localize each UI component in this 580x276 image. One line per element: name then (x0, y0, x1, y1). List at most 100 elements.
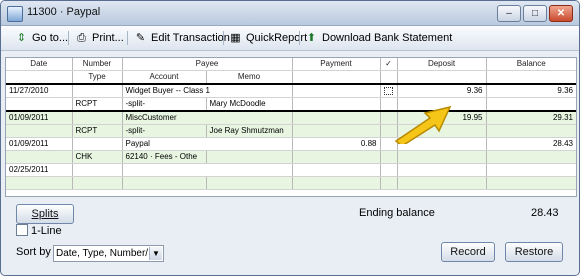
edit-transaction-button[interactable]: ✎ Edit Transaction (134, 30, 230, 46)
toolbar-divider (127, 31, 128, 45)
balance-cell: 9.36 (486, 83, 576, 98)
toolbar-divider (68, 31, 69, 45)
memo-cell[interactable]: Mary McDoodle (206, 97, 293, 112)
transaction-detail-row[interactable]: RCPT -split- Mary McDoodle (6, 97, 576, 112)
toolbar-divider (299, 31, 300, 45)
register-footer: Splits Ending balance 28.43 1-Line Sort … (1, 197, 579, 275)
transaction-detail-row[interactable]: CHK 62140 · Fees - Othe (6, 150, 576, 164)
transaction-row[interactable]: 11/27/2010 Widget Buyer -- Class 1 9.36 … (6, 83, 576, 98)
account-cell[interactable]: -split- (122, 124, 207, 138)
payee-cell[interactable]: Widget Buyer -- Class 1 (122, 83, 293, 98)
transaction-detail-row[interactable]: RCPT -split- Joe Ray Shmutzman (6, 124, 576, 138)
type-cell (72, 176, 123, 190)
deposit-cell[interactable]: 9.36 (397, 83, 487, 98)
restore-label: Restore (514, 246, 554, 258)
ending-balance-value: 28.43 (531, 207, 559, 219)
col-cleared[interactable]: ✓ (380, 58, 398, 71)
new-transaction-detail-row[interactable] (6, 176, 576, 190)
transaction-row[interactable]: 01/09/2011 MiscCustomer 19.95 29.31 (6, 111, 576, 125)
toolbar-divider (223, 31, 224, 45)
account-cell[interactable]: 62140 · Fees - Othe (122, 150, 207, 164)
balance-cell: 29.31 (486, 111, 576, 125)
goto-label: Go to... (32, 32, 69, 44)
date-cell[interactable]: 01/09/2011 (6, 111, 73, 125)
account-cell[interactable] (122, 176, 207, 190)
memo-cell[interactable] (206, 150, 293, 164)
col-account[interactable]: Account (122, 70, 207, 85)
memo-cell[interactable]: Joe Ray Shmutzman (206, 124, 293, 138)
col-memo[interactable]: Memo (206, 70, 293, 85)
download-statement-button[interactable]: ⬆ Download Bank Statement (305, 30, 452, 46)
edit-transaction-label: Edit Transaction (151, 32, 230, 44)
sort-by-label: Sort by (16, 246, 51, 258)
number-cell[interactable] (72, 163, 123, 177)
highlight-arrow-icon (394, 105, 452, 144)
download-statement-label: Download Bank Statement (322, 32, 453, 44)
restore-button[interactable]: Restore (505, 242, 563, 262)
type-cell: CHK (72, 150, 123, 164)
register-grid: Date Number Payee Payment ✓ Deposit Bala… (5, 57, 577, 197)
close-button[interactable]: ✕ (549, 5, 573, 22)
payee-cell[interactable]: Paypal (122, 137, 293, 151)
print-button[interactable]: ⎙ Print... (75, 30, 124, 46)
number-cell[interactable] (72, 83, 123, 98)
goto-button[interactable]: ⇕ Go to... (15, 30, 68, 46)
header-row-2: Type Account Memo (6, 70, 576, 85)
goto-arrows-icon: ⇕ (16, 31, 27, 44)
maximize-button[interactable]: □ (523, 5, 547, 22)
sort-by-value: Date, Type, Number/... (56, 248, 157, 259)
payee-cell[interactable]: MiscCustomer (122, 111, 293, 125)
quickreport-button[interactable]: ▦ QuickReport (229, 30, 307, 46)
col-payment[interactable]: Payment (292, 58, 381, 71)
title-bar[interactable]: 11300 · Paypal – □ ✕ (1, 1, 579, 26)
window-title: 11300 · Paypal (27, 6, 101, 18)
type-cell: RCPT (72, 97, 123, 112)
col-balance[interactable]: Balance (486, 58, 576, 71)
col-number[interactable]: Number (72, 58, 123, 71)
print-label: Print... (92, 32, 124, 44)
date-cell[interactable]: 11/27/2010 (6, 83, 73, 98)
account-cell[interactable]: -split- (122, 97, 207, 112)
record-label: Record (450, 246, 486, 258)
col-date[interactable]: Date (6, 58, 73, 71)
number-cell[interactable] (72, 137, 123, 151)
cleared-cell[interactable] (380, 163, 398, 177)
toolbar: ⇕ Go to... ⎙ Print... ✎ Edit Transaction ▦ Q… (1, 26, 579, 51)
edit-pencil-icon: ✎ (135, 31, 146, 44)
report-icon: ▦ (230, 31, 241, 44)
balance-cell: 28.43 (486, 137, 576, 151)
download-icon: ⬆ (306, 31, 317, 44)
sort-by-select[interactable]: Date, Type, Number/... ▼ (53, 245, 164, 262)
col-deposit[interactable]: Deposit (397, 58, 487, 71)
col-type[interactable]: Type (72, 70, 123, 85)
cleared-cell[interactable] (380, 83, 398, 98)
ending-balance-label: Ending balance (359, 207, 435, 219)
printer-icon: ⎙ (77, 31, 86, 44)
memo-cell[interactable] (206, 176, 293, 190)
type-cell: RCPT (72, 124, 123, 138)
balance-cell (486, 163, 576, 177)
record-button[interactable]: Record (441, 242, 495, 262)
new-transaction-row[interactable]: 02/25/2011 (6, 163, 576, 177)
cleared-checkbox[interactable] (383, 86, 393, 95)
quickreport-label: QuickReport (246, 32, 308, 44)
splits-button[interactable]: Splits (16, 204, 74, 224)
payment-cell[interactable] (292, 163, 381, 177)
transaction-row[interactable]: 01/09/2011 Paypal 0.88 28.43 (6, 137, 576, 151)
chevron-down-icon[interactable]: ▼ (149, 247, 162, 260)
register-window: 11300 · Paypal – □ ✕ ⇕ Go to... ⎙ Print...… (0, 0, 580, 276)
date-cell[interactable]: 02/25/2011 (6, 163, 73, 177)
col-payee[interactable]: Payee (122, 58, 293, 71)
payee-cell[interactable] (122, 163, 293, 177)
one-line-label: 1-Line (31, 225, 62, 237)
date-cell[interactable]: 01/09/2011 (6, 137, 73, 151)
payment-cell[interactable]: 0.88 (292, 137, 381, 151)
splits-label: Splits (31, 208, 59, 220)
one-line-checkbox[interactable] (16, 224, 28, 236)
number-cell[interactable] (72, 111, 123, 125)
register-app-icon (7, 6, 23, 22)
payment-cell[interactable] (292, 111, 381, 125)
deposit-cell[interactable] (397, 163, 487, 177)
minimize-button[interactable]: – (497, 5, 521, 22)
payment-cell[interactable] (292, 83, 381, 98)
